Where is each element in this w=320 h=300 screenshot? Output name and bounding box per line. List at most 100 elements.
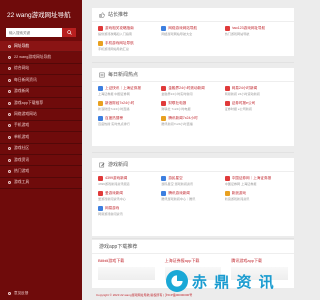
nav-circle-icon: [8, 113, 11, 117]
link-description: 提供游戏攻略和入门指南: [98, 32, 133, 36]
section-title: 站长推荐: [92, 8, 294, 22]
link-item[interactable]: 上证快讯｜上海证券报 上海证券报 中国证券网: [98, 85, 161, 100]
link-item[interactable]: 新浪财经7x24小时 新浪财经7x24小时直播: [98, 100, 161, 115]
link-item[interactable]: hao123游戏网址导航 热门游戏网站导航: [224, 25, 288, 40]
site-favicon-icon: [98, 116, 103, 121]
link-item[interactable]: 证券时报e公司 证券时报 e公司新闻: [224, 100, 288, 115]
site-favicon-icon: [98, 191, 103, 196]
sidebar-item[interactable]: 22 wang游戏网址导航: [0, 52, 82, 64]
sidebar-item[interactable]: 游戏新闻: [0, 87, 82, 98]
feedback-link[interactable]: 意见反馈: [8, 291, 28, 296]
link-item[interactable]: 爱游戏新闻 爱游戏新闻资讯中心: [98, 190, 161, 205]
nav-circle-icon: [8, 101, 11, 105]
section-title: 游戏app下载推荐: [92, 240, 294, 254]
watermark-logo: 赤 鼎 资 讯: [166, 268, 296, 294]
link-title: 新浪游戏: [231, 191, 247, 195]
link-title: 腾讯游戏新闻: [168, 191, 190, 195]
section-daily-news: 每日新闻热点 上证快讯｜上海证券报 上海证券报 中国证券网 金融界24小时滚动新闻金…: [92, 68, 294, 146]
link-item[interactable]: 网易24小时新闻 网易新闻 24小时滚动新闻: [224, 85, 288, 100]
app-item[interactable]: Bilibili游戏下载: [98, 258, 155, 280]
link-item[interactable]: 中国证券网｜上海证券报 中国证券网 上海证券报: [224, 175, 288, 190]
link-item[interactable]: 游戏相关攻略指南 提供游戏攻略和入门指南: [98, 25, 161, 40]
link-title: 网络游戏网站导航: [168, 26, 198, 30]
site-favicon-icon: [98, 86, 103, 91]
sidebar-item[interactable]: 热门游戏: [0, 166, 82, 178]
link-title: 腾讯新闻7x24小时: [168, 116, 198, 120]
sidebar: 22 wang游戏网址导航 网址导航 22 wang游戏网址导航综合网站每日新闻资…: [0, 0, 82, 300]
sidebar-item[interactable]: 游戏社区: [0, 144, 82, 155]
link-item[interactable]: 腾讯游戏新闻腾讯游戏新闻中心｜腾讯: [161, 190, 224, 205]
sidebar-item-label: 每日新闻资讯: [14, 77, 37, 82]
link-description: 腾讯游戏新闻中心｜腾讯: [161, 197, 196, 201]
watermark-emblem-icon: [166, 270, 188, 292]
link-description: 百度热搜 实时热点排行: [98, 122, 130, 126]
link-grid: 上证快讯｜上海证券报 上海证券报 中国证券网 金融界24小时滚动新闻 金融界24小时实…: [92, 82, 294, 130]
empty-cell: [225, 115, 288, 130]
link-description: 金融界24小时实时新闻: [161, 92, 193, 96]
link-description: 4399游戏新闻资讯频道: [98, 182, 130, 186]
link-title: hao123游戏网址导航: [231, 26, 266, 30]
link-item[interactable]: 手机游戏网址导航手机游戏网站导航汇总: [98, 40, 161, 55]
site-favicon-icon: [224, 26, 230, 31]
site-favicon-icon: [224, 191, 230, 196]
link-item[interactable]: 新浪游戏新浪游戏新闻资讯: [224, 190, 288, 205]
search-input[interactable]: [6, 28, 62, 37]
link-item[interactable]: 腾讯新闻7x24小时腾讯新闻7x24小时直播: [161, 115, 224, 130]
sidebar-item-label: 游戏新闻: [14, 89, 30, 94]
site-favicon-icon: [98, 101, 103, 106]
main-content: 站长推荐 游戏相关攻略指南 提供游戏攻略和入门指南 网络游戏网站导航 网络游戏网站导航…: [82, 0, 300, 300]
sidebar-item-label: 网络游戏网站: [14, 112, 37, 117]
link-title: 金融界24小时滚动新闻: [168, 86, 205, 90]
link-item[interactable]: 金融界24小时滚动新闻金融界24小时实时新闻: [161, 85, 224, 100]
sidebar-item[interactable]: 单机游戏: [0, 132, 82, 144]
link-description: 新浪游戏新闻资讯: [224, 197, 250, 201]
watermark-text: 赤 鼎 资 讯: [192, 272, 275, 291]
site-favicon-icon: [161, 191, 167, 196]
sidebar-item-label: 综合网站: [14, 66, 30, 71]
sidebar-item[interactable]: 游戏app下载推荐: [0, 98, 82, 110]
sidebar-item[interactable]: 网址导航: [0, 41, 82, 53]
sidebar-item[interactable]: 综合网站: [0, 64, 82, 76]
empty-cell: [161, 205, 224, 220]
section-divider: [92, 62, 294, 63]
link-grid: 游戏相关攻略指南 提供游戏攻略和入门指南 网络游戏网站导航 网络游戏网站导航大全 hao…: [92, 22, 294, 55]
sidebar-item[interactable]: 每日新闻资讯: [0, 75, 82, 87]
link-description: 新浪财经7x24小时直播: [98, 107, 130, 111]
section-title: 每日新闻热点: [92, 68, 294, 82]
search-button[interactable]: [62, 28, 76, 37]
sidebar-item-label: 网址导航: [14, 43, 30, 48]
link-description: 腾讯新闻7x24小时直播: [161, 122, 193, 126]
site-favicon-icon: [98, 41, 103, 46]
link-description: 手机游戏网站导航汇总: [98, 47, 129, 51]
link-item[interactable]: 4399游戏新闻 4399游戏新闻资讯频道: [98, 175, 161, 190]
sidebar-item[interactable]: 手机游戏: [0, 121, 82, 133]
section-game-news: 游戏新闻 4399游戏新闻 4399游戏新闻资讯频道 游民星空 游民星空 游戏新闻资讯…: [92, 158, 294, 236]
nav-circle-icon: [8, 158, 11, 162]
sidebar-item[interactable]: 网络游戏网站: [0, 109, 82, 121]
link-item[interactable]: 网络游戏网站导航网络游戏网站导航大全: [161, 25, 224, 40]
link-item[interactable]: 财联社电报 财联社 7x24小时电报: [161, 100, 224, 115]
link-item[interactable]: 网易游戏 网易游戏新闻资讯: [98, 205, 161, 220]
link-title: 手机游戏网址导航: [105, 41, 134, 45]
sidebar-item-label: 游戏app下载推荐: [14, 100, 44, 105]
site-favicon-icon: [161, 26, 167, 31]
empty-cell: [225, 40, 288, 55]
link-title: 百度热搜榜: [105, 116, 123, 120]
link-item[interactable]: 游民星空 游民星空 游戏新闻资讯: [161, 175, 224, 190]
link-description: 中国证券网 上海证券报: [224, 182, 257, 186]
sidebar-item[interactable]: 游戏工具: [0, 178, 82, 190]
sidebar-item[interactable]: 游戏资讯: [0, 155, 82, 167]
app-title: 腾讯游戏app下载: [231, 258, 263, 263]
sidebar-item-label: 游戏资讯: [14, 157, 30, 162]
nav-circle-icon: [8, 124, 11, 128]
link-description: 网络游戏网站导航大全: [161, 32, 193, 36]
site-favicon-icon: [161, 116, 167, 121]
sidebar-item-label: 游戏工具: [14, 180, 30, 185]
site-logo[interactable]: 22 wang游戏网址导航: [0, 0, 82, 28]
thumb-icon: [99, 11, 105, 18]
app-title: Bilibili游戏下载: [98, 258, 125, 263]
nav-circle-icon: [8, 90, 11, 94]
empty-cell: [225, 205, 288, 220]
section-title: 游戏新闻: [92, 158, 294, 172]
link-item[interactable]: 百度热搜榜百度热搜 实时热点排行: [98, 115, 161, 130]
